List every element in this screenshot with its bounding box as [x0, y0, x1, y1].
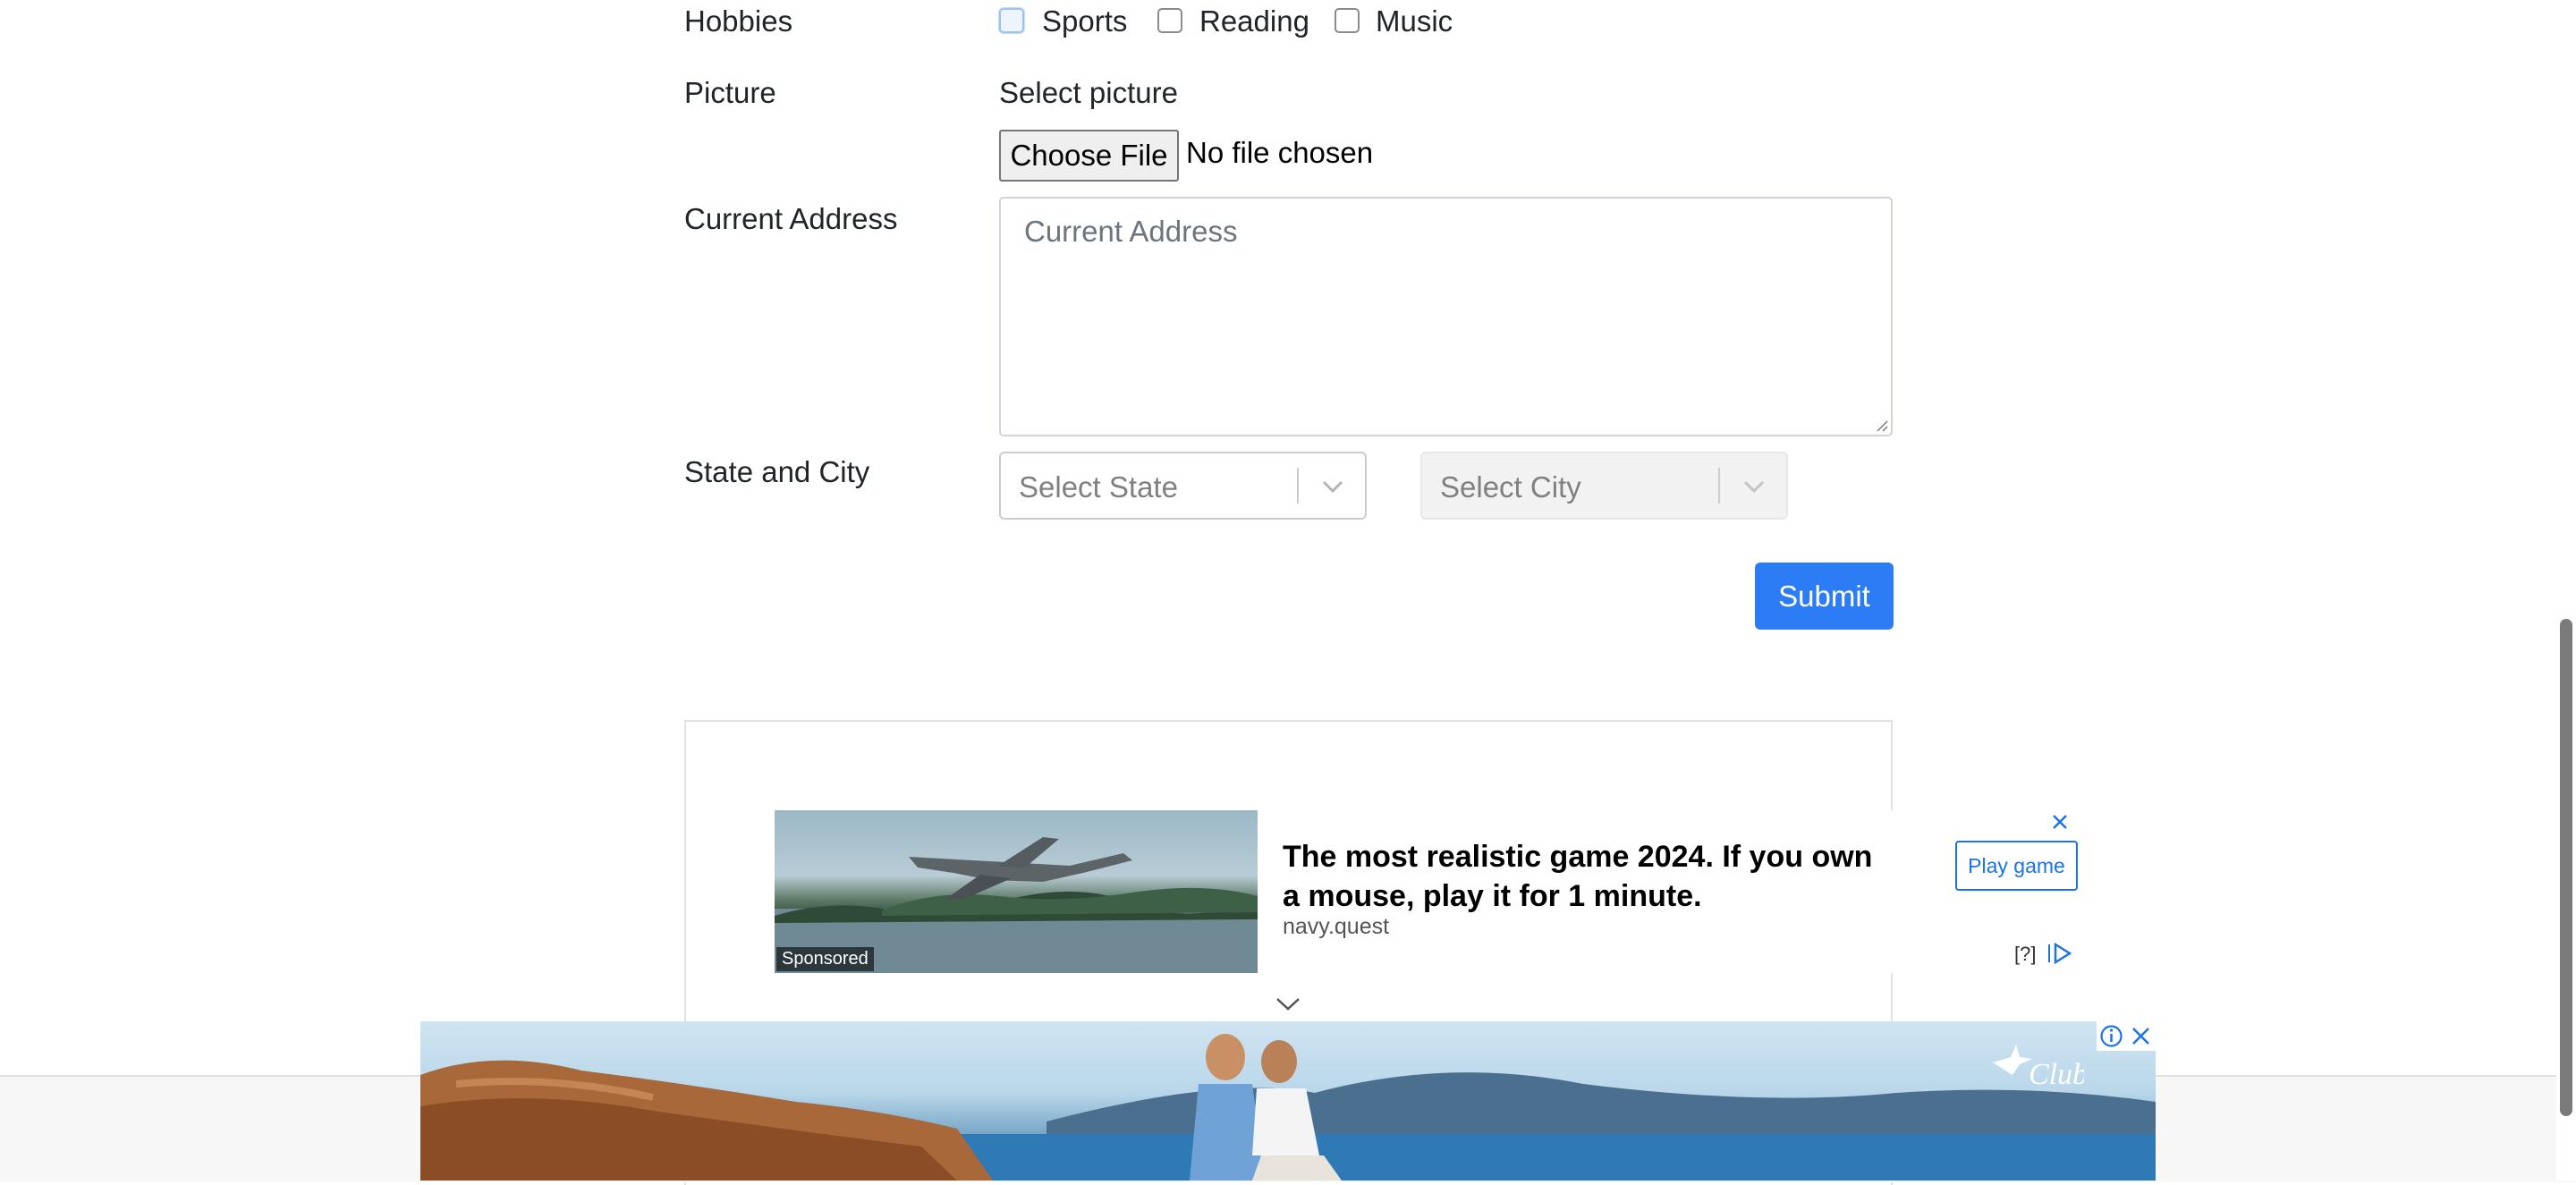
close-icon[interactable] [2048, 810, 2072, 834]
file-status-text: No file chosen [1186, 136, 1374, 169]
sports-checkbox[interactable] [999, 8, 1024, 33]
picture-label: Picture [684, 76, 776, 109]
select-picture-label: Select picture [999, 76, 1178, 109]
state-select[interactable]: Select State [999, 452, 1367, 520]
reading-checkbox-label[interactable]: Reading [1199, 4, 1309, 39]
city-select[interactable]: Select City [1420, 452, 1788, 520]
club-logo: Club [1993, 1045, 2084, 1088]
state-city-label: State and City [684, 455, 870, 488]
svg-text:Club: Club [2029, 1058, 2084, 1088]
reading-checkbox[interactable] [1157, 8, 1182, 33]
chevron-down-icon[interactable] [1318, 474, 1347, 499]
ad-image[interactable]: Sponsored [775, 810, 1258, 973]
chevron-down-icon[interactable] [1740, 474, 1768, 499]
ad-domain[interactable]: navy.quest [1283, 914, 1389, 940]
submit-button[interactable]: Submit [1755, 563, 1894, 630]
sports-checkbox-label[interactable]: Sports [1042, 4, 1127, 39]
current-address-placeholder: Current Address [1024, 215, 1238, 248]
resize-handle-icon[interactable] [1874, 418, 1888, 432]
ad-headline[interactable]: The most realistic game 2024. If you own… [1283, 837, 1891, 916]
current-address-textarea[interactable]: Current Address [999, 197, 1893, 436]
info-icon[interactable] [2097, 1021, 2126, 1051]
adchoices-icon[interactable] [2046, 941, 2073, 966]
current-address-label: Current Address [684, 202, 898, 235]
state-select-placeholder: Select State [1019, 470, 1178, 504]
music-checkbox-label[interactable]: Music [1376, 4, 1453, 39]
city-select-separator [1718, 468, 1720, 504]
ad-info-button[interactable] [2097, 1021, 2126, 1051]
beach-couple-illustration [420, 1034, 2156, 1181]
hobbies-label: Hobbies [684, 4, 793, 38]
choose-file-button[interactable]: Choose File [999, 130, 1179, 182]
city-select-placeholder: Select City [1440, 470, 1581, 504]
banner-ad[interactable]: Club [420, 1021, 2156, 1181]
chevron-down-icon[interactable] [1274, 995, 1302, 1014]
banner-close-button[interactable] [2126, 1021, 2156, 1051]
scrollbar-thumb[interactable] [2560, 619, 2572, 1116]
native-ad[interactable]: Sponsored The most realistic game 2024. … [775, 810, 2078, 973]
ad-help-link[interactable]: [?] [2014, 943, 2036, 966]
sponsored-label: Sponsored [776, 947, 874, 971]
play-game-button[interactable]: Play game [1955, 841, 2078, 891]
close-icon[interactable] [2126, 1021, 2156, 1051]
state-select-separator [1297, 468, 1299, 504]
music-checkbox[interactable] [1335, 8, 1360, 33]
